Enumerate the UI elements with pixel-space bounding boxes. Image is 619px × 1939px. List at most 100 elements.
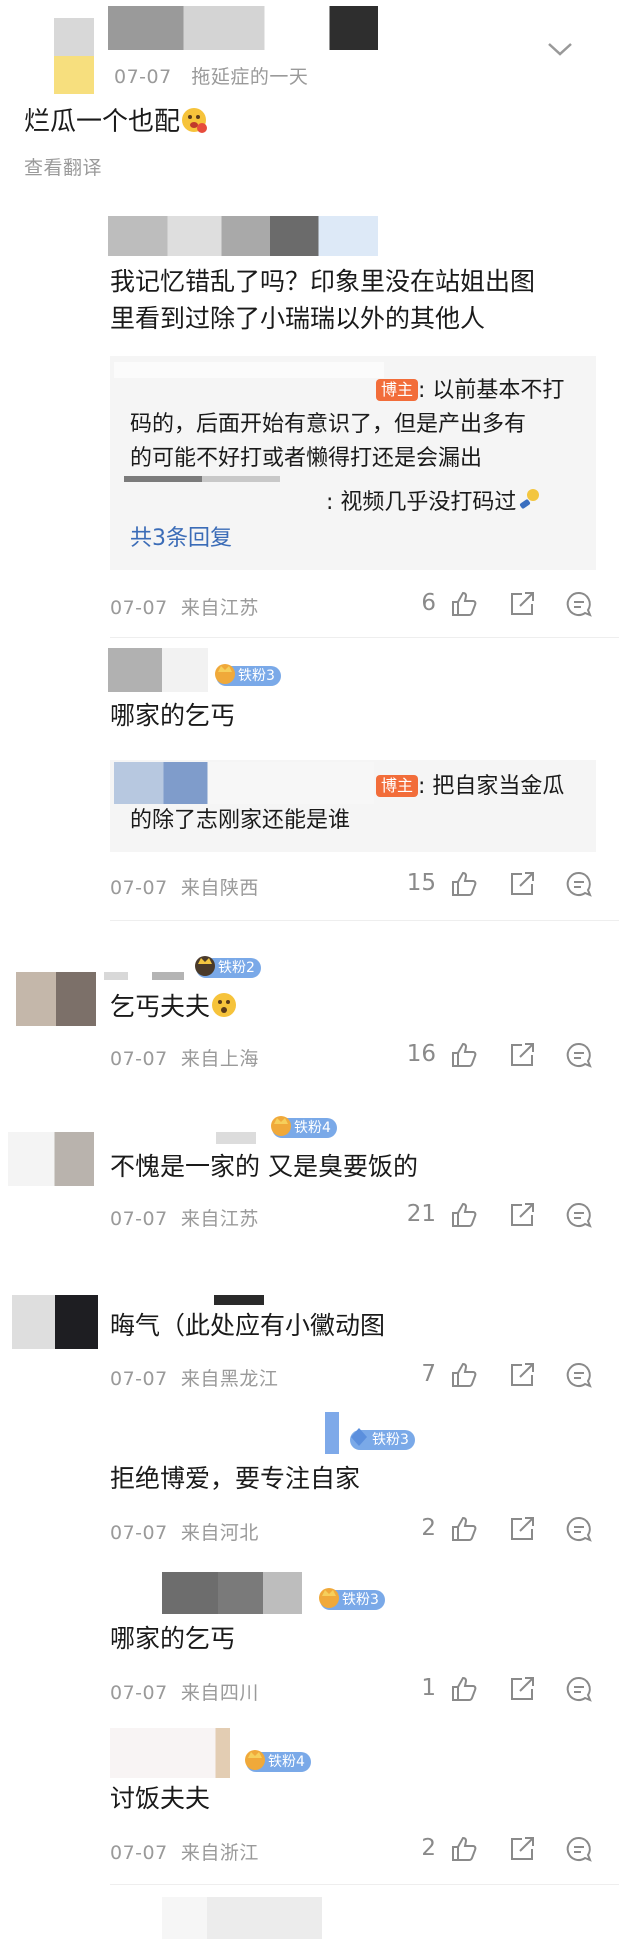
username[interactable]	[108, 648, 208, 692]
like-icon[interactable]	[450, 1201, 478, 1229]
username[interactable]	[216, 1132, 256, 1144]
comment-text: 我记忆错乱了吗？印象里没在站姐出图 里看到过除了小瑞瑞以外的其他人	[110, 263, 535, 337]
username[interactable]	[325, 1412, 339, 1454]
comment-meta: 07-07 来自陕西	[110, 877, 259, 899]
like-count: 2	[421, 1515, 436, 1541]
reply-line: : 视频几乎没打码过	[326, 486, 542, 520]
crown-icon	[346, 1424, 372, 1450]
reply-box[interactable]: 博主: 以前基本不打 码的，后面开始有意识了，但是产出多有 的可能不好打或者懒得…	[110, 356, 596, 570]
like-count: 1	[421, 1675, 436, 1701]
comment-meta: 07-07 来自四川	[110, 1682, 259, 1704]
comment-text: 拒绝博爱，要专注自家	[110, 1464, 361, 1493]
comment-meta: 07-07 来自浙江	[110, 1842, 259, 1864]
fan-badge: 铁粉3	[215, 664, 281, 686]
emoji-icon	[516, 487, 542, 513]
crown-icon	[212, 660, 238, 686]
fan-badge: 铁粉2	[195, 956, 261, 978]
share-icon[interactable]	[508, 1835, 536, 1863]
username[interactable]	[162, 1572, 302, 1614]
reply-line: 的除了志刚家还能是谁	[130, 808, 351, 833]
like-count: 21	[406, 1201, 436, 1227]
comment-icon[interactable]	[565, 1201, 593, 1229]
share-icon[interactable]	[508, 1201, 536, 1229]
comment-meta: 07-07 来自上海	[110, 1048, 259, 1070]
emoji-icon	[180, 106, 208, 134]
avatar[interactable]	[54, 18, 94, 94]
comment-text-line: 我记忆错乱了吗？印象里没在站姐出图	[110, 267, 536, 296]
comment-text: 哪家的乞丐	[110, 1624, 236, 1653]
username[interactable]	[110, 1728, 230, 1778]
comment-icon[interactable]	[565, 590, 593, 618]
share-icon[interactable]	[508, 590, 536, 618]
like-count: 2	[421, 1835, 436, 1861]
crown-icon	[316, 1584, 342, 1610]
avatar[interactable]	[12, 1295, 98, 1349]
like-icon[interactable]	[450, 590, 478, 618]
comment-date: 07-07	[114, 66, 172, 88]
comment-text: 不愧是一家的 又是臭要饭的	[110, 1152, 418, 1181]
fan-badge: 铁粉3	[350, 1428, 415, 1450]
comment-icon[interactable]	[565, 1515, 593, 1543]
like-icon[interactable]	[450, 1515, 478, 1543]
fan-badge: 铁粉4	[245, 1750, 311, 1772]
comment-meta: 07-07 拖延症的一天	[114, 62, 308, 89]
reply-line: 的可能不好打或者懒得打还是会漏出	[130, 446, 483, 471]
like-count: 6	[421, 590, 436, 616]
divider	[110, 1884, 619, 1885]
divider	[110, 637, 619, 638]
comment-text: 哪家的乞丐	[110, 701, 236, 730]
reply-username[interactable]	[124, 476, 280, 482]
reply-line: 博主: 把自家当金瓜	[376, 770, 564, 804]
comment-meta: 07-07 来自江苏	[110, 1208, 259, 1230]
like-icon[interactable]	[450, 1041, 478, 1069]
comment-icon[interactable]	[565, 1361, 593, 1389]
like-count: 15	[406, 870, 436, 896]
bozhu-tag: 博主	[376, 775, 419, 797]
chevron-down-icon[interactable]	[546, 40, 574, 60]
crown-icon	[192, 952, 218, 978]
reply-line: 博主: 以前基本不打	[376, 374, 564, 408]
username[interactable]	[108, 216, 378, 256]
share-icon[interactable]	[508, 1041, 536, 1069]
like-count: 7	[421, 1361, 436, 1387]
emoji-icon	[210, 991, 238, 1019]
share-icon[interactable]	[508, 1515, 536, 1543]
comment-icon[interactable]	[565, 870, 593, 898]
username[interactable]	[162, 1897, 322, 1939]
crown-icon	[268, 1112, 294, 1138]
reply-box[interactable]: 博主: 把自家当金瓜 的除了志刚家还能是谁	[110, 760, 596, 852]
share-icon[interactable]	[508, 1361, 536, 1389]
username[interactable]	[214, 1295, 264, 1305]
bozhu-tag: 博主	[376, 379, 419, 401]
comment-meta: 07-07 来自河北	[110, 1522, 259, 1544]
fan-badge: 铁粉3	[319, 1588, 385, 1610]
reply-line: 码的，后面开始有意识了，但是产出多有	[130, 412, 527, 437]
like-icon[interactable]	[450, 870, 478, 898]
share-icon[interactable]	[508, 1675, 536, 1703]
like-icon[interactable]	[450, 1835, 478, 1863]
comment-icon[interactable]	[565, 1835, 593, 1863]
comment-icon[interactable]	[565, 1041, 593, 1069]
comment-text: 晦气（此处应有小黴动图	[110, 1311, 386, 1340]
comment-icon[interactable]	[565, 1675, 593, 1703]
share-icon[interactable]	[508, 870, 536, 898]
avatar[interactable]	[8, 1132, 94, 1186]
avatar[interactable]	[16, 972, 96, 1026]
comment-meta: 07-07 来自黑龙江	[110, 1368, 279, 1390]
comment-text: 讨饭夫夫	[110, 1784, 211, 1813]
comment-meta: 07-07 来自江苏	[110, 597, 259, 619]
more-replies-link[interactable]: 共3条回复	[130, 522, 232, 556]
reply-username[interactable]	[114, 362, 384, 378]
translate-link[interactable]: 查看翻译	[24, 153, 102, 180]
like-icon[interactable]	[450, 1675, 478, 1703]
divider	[110, 920, 619, 921]
username[interactable]	[108, 6, 378, 50]
like-icon[interactable]	[450, 1361, 478, 1389]
fan-badge: 铁粉4	[271, 1116, 337, 1138]
like-count: 16	[406, 1041, 436, 1067]
username[interactable]	[104, 972, 184, 980]
comment-text-content: 烂瓜一个也配	[24, 107, 181, 137]
crown-icon	[242, 1746, 268, 1772]
reply-username[interactable]	[114, 762, 374, 804]
comment-source: 拖延症的一天	[191, 66, 309, 88]
